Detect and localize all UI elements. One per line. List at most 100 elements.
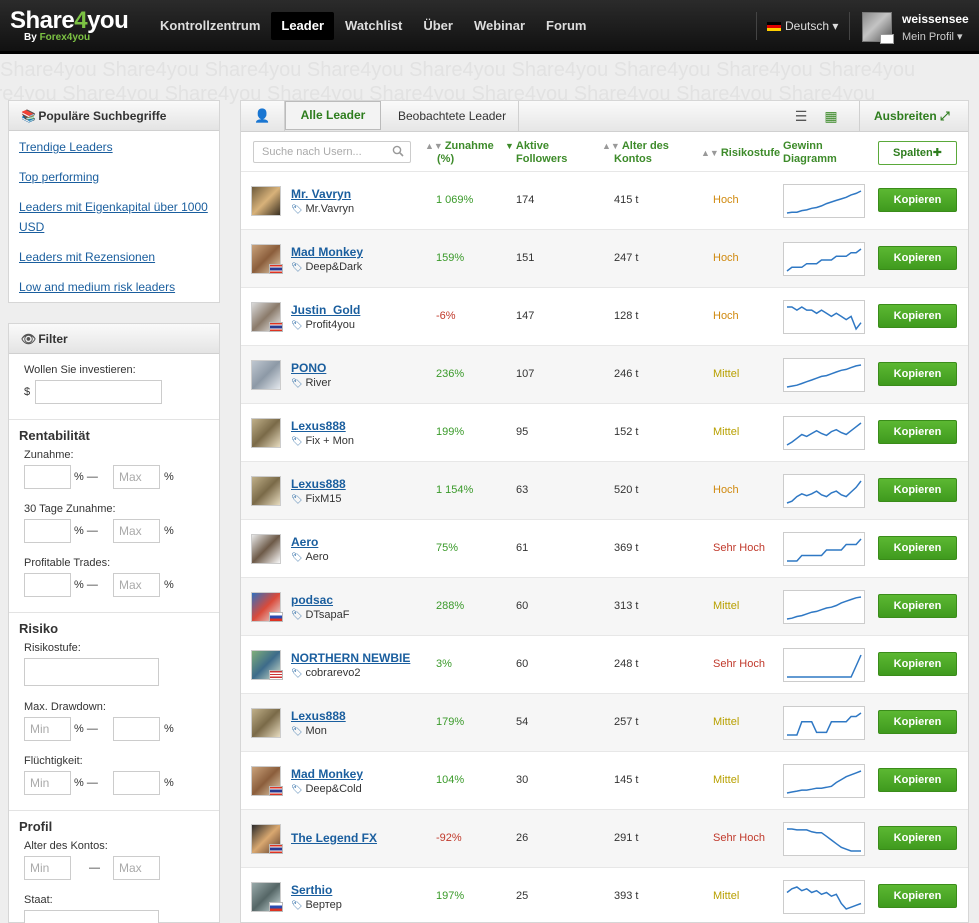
profit-sparkline[interactable] xyxy=(783,242,865,276)
gain30-max-input[interactable]: Max xyxy=(113,519,160,543)
leader-name-link[interactable]: PONO xyxy=(291,361,326,375)
account-age-min-input[interactable]: Min xyxy=(24,856,71,880)
col-age-header[interactable]: ▲▼ Alter des Kontos xyxy=(602,140,669,166)
account-age-max-input[interactable]: Max xyxy=(113,856,160,880)
grid-view-icon[interactable]: ▦ xyxy=(819,101,843,132)
profit-sparkline[interactable] xyxy=(783,300,865,334)
leader-name-link[interactable]: Mr. Vavryn xyxy=(291,187,351,201)
leader-tag-text: FixM15 xyxy=(305,493,342,505)
leader-name-link[interactable]: Mad Monkey xyxy=(291,767,363,781)
leader-name-link[interactable]: Mad Monkey xyxy=(291,245,363,259)
col-risk-header[interactable]: ▲▼ Risikostufe xyxy=(701,147,780,160)
profit-sparkline[interactable] xyxy=(783,706,865,740)
user-filter-icon[interactable]: 👤 xyxy=(241,101,285,132)
link-low-medium-risk[interactable]: Low and medium risk leaders xyxy=(19,277,213,297)
col-followers-header[interactable]: ▼ Aktive Followers xyxy=(505,140,567,166)
copy-button[interactable]: Kopieren xyxy=(878,884,957,908)
leader-name-link[interactable]: Lexus888 xyxy=(291,477,346,491)
copy-button[interactable]: Kopieren xyxy=(878,594,957,618)
leader-name-link[interactable]: The Legend FX xyxy=(291,831,377,845)
profit-min-input[interactable] xyxy=(24,573,71,597)
caret-down-icon: ▾ xyxy=(832,19,839,33)
copy-button[interactable]: Kopieren xyxy=(878,826,957,850)
copy-button[interactable]: Kopieren xyxy=(878,304,957,328)
link-eigenkapital[interactable]: Leaders mit Eigenkapital über 1000 USD xyxy=(19,197,213,237)
leader-avatar[interactable] xyxy=(251,418,281,448)
drawdown-max-input[interactable] xyxy=(113,717,160,741)
copy-button[interactable]: Kopieren xyxy=(878,478,957,502)
profit-sparkline[interactable] xyxy=(783,590,865,624)
copy-button[interactable]: Kopieren xyxy=(878,768,957,792)
nav-forum[interactable]: Forum xyxy=(536,12,596,40)
copy-button[interactable]: Kopieren xyxy=(878,246,957,270)
leader-tag-text: Deep&Cold xyxy=(305,783,362,795)
profit-sparkline[interactable] xyxy=(783,416,865,450)
drawdown-min-input[interactable]: Min xyxy=(24,717,71,741)
tab-beobachtete-leader[interactable]: Beobachtete Leader xyxy=(386,101,520,132)
leader-name-link[interactable]: Lexus888 xyxy=(291,419,346,433)
link-trendige-leaders[interactable]: Trendige Leaders xyxy=(19,137,213,157)
gain30-min-input[interactable] xyxy=(24,519,71,543)
leader-name-link[interactable]: Aero xyxy=(291,535,318,549)
profit-sparkline[interactable] xyxy=(783,474,865,508)
copy-button[interactable]: Kopieren xyxy=(878,420,957,444)
share4you-logo[interactable]: Share4you By Forex4you xyxy=(10,8,129,44)
leader-avatar[interactable] xyxy=(251,534,281,564)
leader-account-age: 415 t xyxy=(614,194,639,206)
tag-icon: 🏷 xyxy=(291,262,303,272)
mail-icon[interactable] xyxy=(880,34,894,44)
gain-min-input[interactable] xyxy=(24,465,71,489)
profit-sparkline[interactable] xyxy=(783,822,865,856)
link-top-performing[interactable]: Top performing xyxy=(19,167,213,187)
profit-sparkline[interactable] xyxy=(783,648,865,682)
leader-name-link[interactable]: Lexus888 xyxy=(291,709,346,723)
leader-avatar[interactable] xyxy=(251,708,281,738)
profit-max-input[interactable]: Max xyxy=(113,573,160,597)
language-selector[interactable]: Deutsch ▾ xyxy=(756,12,850,40)
user-search-input[interactable]: Suche nach Usern... xyxy=(253,141,411,163)
profit-sparkline[interactable] xyxy=(783,532,865,566)
profile-menu[interactable]: Mein Profil ▾ xyxy=(902,30,963,43)
leader-name-link[interactable]: Serthio xyxy=(291,883,332,897)
search-icon[interactable] xyxy=(392,145,404,157)
columns-button[interactable]: Spalten✚ xyxy=(878,141,957,165)
leader-avatar[interactable] xyxy=(251,360,281,390)
volatility-max-input[interactable] xyxy=(113,771,160,795)
user-name[interactable]: weissensee xyxy=(902,12,969,26)
copy-button[interactable]: Kopieren xyxy=(878,710,957,734)
copy-button[interactable]: Kopieren xyxy=(878,652,957,676)
list-view-icon[interactable]: ☰ xyxy=(789,101,813,132)
invest-amount-input[interactable] xyxy=(35,380,162,404)
profit-sparkline[interactable] xyxy=(783,880,865,914)
leader-name-link[interactable]: podsac xyxy=(291,593,333,607)
nav-webinar[interactable]: Webinar xyxy=(464,12,535,40)
copy-button[interactable]: Kopieren xyxy=(878,536,957,560)
leader-followers: 60 xyxy=(516,658,529,670)
pct-sign: % xyxy=(74,777,84,789)
sparkline-svg xyxy=(786,596,862,620)
nav-ueber[interactable]: Über xyxy=(413,12,463,40)
leader-name-link[interactable]: NORTHERN NEWBIE xyxy=(291,651,410,665)
leader-name-link[interactable]: Justin_Gold xyxy=(291,303,360,317)
link-rezensionen[interactable]: Leaders mit Rezensionen xyxy=(19,247,213,267)
profit-sparkline[interactable] xyxy=(783,184,865,218)
leader-avatar[interactable] xyxy=(251,476,281,506)
profit-sparkline[interactable] xyxy=(783,764,865,798)
expand-button[interactable]: Ausbreiten ⤢ xyxy=(859,101,968,132)
gain-max-input[interactable]: Max xyxy=(113,465,160,489)
invest-label: Wollen Sie investieren: xyxy=(24,364,136,376)
leader-account-age: 313 t xyxy=(614,600,639,612)
nav-kontrollzentrum[interactable]: Kontrollzentrum xyxy=(150,12,270,40)
country-select[interactable] xyxy=(24,910,159,923)
copy-button[interactable]: Kopieren xyxy=(878,188,957,212)
nav-watchlist[interactable]: Watchlist xyxy=(335,12,412,40)
profit-sparkline[interactable] xyxy=(783,358,865,392)
col-gain-header[interactable]: ▲▼ Zunahme (%) xyxy=(425,140,494,166)
nav-leader[interactable]: Leader xyxy=(271,12,335,40)
copy-button[interactable]: Kopieren xyxy=(878,362,957,386)
tab-alle-leader[interactable]: Alle Leader xyxy=(285,101,381,130)
risk-level-select[interactable] xyxy=(24,658,159,686)
volatility-min-input[interactable]: Min xyxy=(24,771,71,795)
leader-avatar[interactable] xyxy=(251,186,281,216)
sparkline-line xyxy=(786,770,862,794)
